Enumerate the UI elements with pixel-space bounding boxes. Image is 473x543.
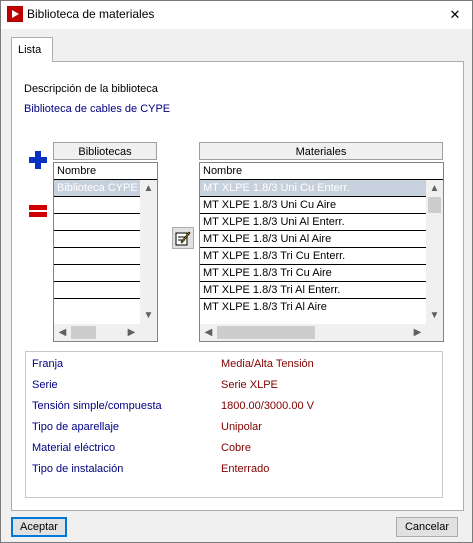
libraries-column-header[interactable]: Nombre <box>54 163 157 180</box>
property-label: Tipo de aparellaje <box>32 421 120 433</box>
scroll-up-icon[interactable]: ▲ <box>426 180 443 197</box>
materials-column-header[interactable]: Nombre <box>200 163 443 180</box>
title-bar: Biblioteca de materiales ✕ <box>1 1 472 29</box>
library-row[interactable] <box>54 231 140 248</box>
app-icon <box>7 6 23 22</box>
property-label: Material eléctrico <box>32 442 116 454</box>
property-label: Tensión simple/compuesta <box>32 400 162 412</box>
delete-library-button[interactable] <box>27 200 49 222</box>
library-row[interactable] <box>54 248 140 265</box>
window-title: Biblioteca de materiales <box>27 7 155 21</box>
description-value: Biblioteca de cables de CYPE <box>24 103 171 115</box>
libraries-horizontal-scrollbar[interactable]: ◀ ▶ <box>54 324 157 341</box>
property-label: Tipo de instalación <box>32 463 124 475</box>
property-label: Franja <box>32 358 64 370</box>
scroll-down-icon[interactable]: ▼ <box>140 307 157 324</box>
material-row[interactable]: MT XLPE 1.8/3 Uni Cu Enterr. <box>200 180 426 197</box>
material-row[interactable]: MT XLPE 1.8/3 Tri Cu Enterr. <box>200 248 426 265</box>
library-row[interactable] <box>54 282 140 299</box>
library-row[interactable] <box>54 214 140 231</box>
libraries-vertical-scrollbar[interactable]: ▲ ▼ <box>140 180 157 324</box>
tab-label: Lista <box>18 44 42 56</box>
tab-panel: Descripción de la biblioteca Biblioteca … <box>11 61 464 511</box>
library-row[interactable] <box>54 299 140 316</box>
scroll-right-icon[interactable]: ▶ <box>123 324 140 341</box>
material-row[interactable]: MT XLPE 1.8/3 Uni Cu Aire <box>200 197 426 214</box>
materials-vertical-scrollbar[interactable]: ▲ ▼ <box>426 180 443 324</box>
material-row[interactable]: MT XLPE 1.8/3 Tri Al Enterr. <box>200 282 426 299</box>
material-row[interactable]: MT XLPE 1.8/3 Tri Al Aire <box>200 299 426 316</box>
property-value: Media/Alta Tensión <box>221 358 314 370</box>
accept-button[interactable]: Aceptar <box>11 517 67 537</box>
description-label: Descripción de la biblioteca <box>24 83 158 95</box>
scroll-right-icon[interactable]: ▶ <box>409 324 426 341</box>
edit-material-button[interactable] <box>172 227 194 249</box>
materials-horizontal-scrollbar[interactable]: ◀ ▶ <box>200 324 443 341</box>
property-label: Serie <box>32 379 58 391</box>
material-row[interactable]: MT XLPE 1.8/3 Uni Al Enterr. <box>200 214 426 231</box>
scroll-down-icon[interactable]: ▼ <box>426 307 443 324</box>
scroll-up-icon[interactable]: ▲ <box>140 180 157 197</box>
plus-icon <box>29 151 47 169</box>
material-row[interactable]: MT XLPE 1.8/3 Uni Al Aire <box>200 231 426 248</box>
property-value: Unipolar <box>221 421 262 433</box>
add-library-button[interactable] <box>27 149 49 171</box>
property-value: Serie XLPE <box>221 379 278 391</box>
scroll-thumb[interactable] <box>71 326 96 339</box>
scroll-thumb[interactable] <box>217 326 315 339</box>
tab-lista[interactable]: Lista <box>11 37 53 62</box>
dialog-window: Biblioteca de materiales ✕ Lista Descrip… <box>0 0 473 543</box>
scroll-thumb[interactable] <box>428 197 441 213</box>
scroll-left-icon[interactable]: ◀ <box>200 324 217 341</box>
property-value: 1800.00/3000.00 V <box>221 400 314 412</box>
libraries-header: Bibliotecas <box>53 142 157 160</box>
materials-list[interactable]: Nombre MT XLPE 1.8/3 Uni Cu Enterr. MT X… <box>199 162 444 342</box>
cancel-button[interactable]: Cancelar <box>396 517 458 537</box>
library-row[interactable] <box>54 197 140 214</box>
scroll-left-icon[interactable]: ◀ <box>54 324 71 341</box>
edit-icon <box>175 231 191 246</box>
property-value: Enterrado <box>221 463 270 475</box>
materials-header: Materiales <box>199 142 443 160</box>
library-row[interactable] <box>54 265 140 282</box>
property-value: Cobre <box>221 442 251 454</box>
close-button[interactable]: ✕ <box>438 1 472 29</box>
material-properties-box: Franja Media/Alta Tensión Serie Serie XL… <box>25 351 443 498</box>
material-row[interactable]: MT XLPE 1.8/3 Tri Cu Aire <box>200 265 426 282</box>
library-row[interactable]: Biblioteca CYPE <box>54 180 140 197</box>
libraries-list[interactable]: Nombre Biblioteca CYPE ▲ ▼ ◀ ▶ <box>53 162 158 342</box>
minus-icon <box>29 205 47 217</box>
